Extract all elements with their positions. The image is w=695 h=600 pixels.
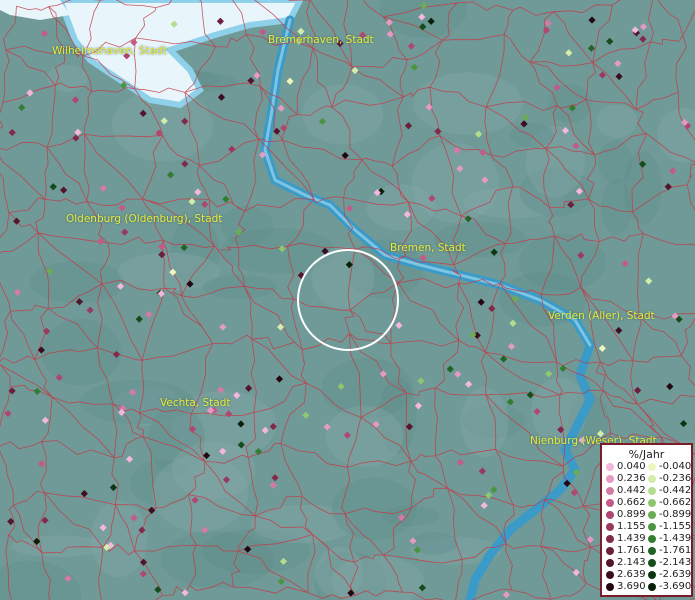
legend-swatch [606,535,614,543]
legend-swatch [606,463,614,471]
legend-swatch [606,511,614,519]
legend-swatch [606,571,614,579]
terrain-patch [460,387,509,457]
legend-swatch [648,571,656,579]
terrain-patch [301,84,384,145]
legend-label: -0.899 [659,509,692,520]
legend-swatch [648,535,656,543]
legend-swatch [648,499,656,507]
legend: %/Jahr 0.040 0.236 0.442 0.662 0.899 1.155 1.4… [600,443,693,597]
legend-label: -1.439 [659,533,692,544]
legend-swatch [606,475,614,483]
legend-label: -0.236 [659,473,692,484]
legend-label: 2.143 [617,557,646,568]
legend-label: 0.040 [617,461,646,472]
legend-label: 3.690 [617,581,646,592]
terrain-patch [413,72,523,135]
legend-swatch [648,523,656,531]
legend-label: -1.761 [659,545,692,556]
terrain-patch [46,64,88,93]
terrain-patch [518,233,607,291]
terrain-patch [160,531,275,589]
terrain-patch [10,535,108,557]
city-label: Vechta, Stadt [160,397,231,409]
legend-swatch [648,559,656,567]
legend-swatch [648,475,656,483]
legend-label: 0.442 [617,485,646,496]
legend-label: -0.040 [659,461,692,472]
legend-label: 0.662 [617,497,646,508]
legend-swatch [606,487,614,495]
terrain-patch [596,104,638,138]
terrain-patch [152,454,248,532]
terrain-patch [509,122,554,148]
city-label: Bremen, Stadt [390,242,466,254]
legend-swatch [606,583,614,591]
legend-swatch [648,583,656,591]
legend-swatch [648,511,656,519]
legend-swatch [606,523,614,531]
city-label: Verden (Aller), Stadt [548,310,655,322]
terrain-patch [598,139,633,185]
legend-label: -1.155 [659,521,692,532]
legend-label: 0.236 [617,473,646,484]
legend-swatch [648,547,656,555]
legend-swatch [648,463,656,471]
map-view[interactable]: Wilhelmshaven, Stadt Bremerhaven, Stadt Ol… [0,0,695,600]
legend-label: -2.639 [659,569,692,580]
legend-label: 0.899 [617,509,646,520]
basemap[interactable] [0,0,695,600]
legend-title: %/Jahr [628,448,665,461]
legend-label: 1.439 [617,533,646,544]
city-label: Wilhelmshaven, Stadt [52,45,167,57]
terrain-patch [547,84,592,124]
city-label: Oldenburg (Oldenburg), Stadt [66,213,223,225]
legend-label: -0.662 [659,497,692,508]
legend-label: -2.143 [659,557,692,568]
legend-swatch [648,487,656,495]
legend-label: 1.155 [617,521,646,532]
legend-label: -3.690 [659,581,692,592]
legend-label: 1.761 [617,545,646,556]
terrain-patch [325,405,404,468]
terrain-patch [221,205,274,246]
legend-label: -0.442 [659,485,692,496]
terrain-patch [90,500,148,578]
city-label: Bremerhaven, Stadt [268,34,374,46]
legend-swatch [606,547,614,555]
legend-label: 2.639 [617,569,646,580]
legend-swatch [606,559,614,567]
legend-swatch [606,499,614,507]
